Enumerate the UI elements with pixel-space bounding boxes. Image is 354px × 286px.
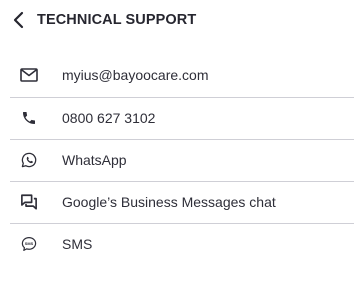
whatsapp-icon bbox=[20, 151, 38, 169]
chevron-left-icon bbox=[13, 11, 24, 29]
email-icon bbox=[20, 66, 38, 84]
back-button[interactable] bbox=[8, 10, 28, 30]
contact-phone-label: 0800 627 3102 bbox=[62, 110, 156, 126]
contact-email-row[interactable]: myius@bayoocare.com bbox=[0, 56, 354, 98]
page-title: TECHNICAL SUPPORT bbox=[37, 12, 197, 28]
phone-icon bbox=[20, 109, 38, 127]
contact-business-messages-label: Google’s Business Messages chat bbox=[62, 194, 276, 210]
sms-icon: SMS bbox=[20, 235, 38, 253]
technical-support-screen: TECHNICAL SUPPORT myius@bayoocare.com 08… bbox=[0, 0, 354, 286]
contact-whatsapp-label: WhatsApp bbox=[62, 152, 127, 168]
contact-phone-row[interactable]: 0800 627 3102 bbox=[0, 98, 354, 140]
chat-bubbles-icon bbox=[20, 193, 38, 211]
contact-email-label: myius@bayoocare.com bbox=[62, 67, 209, 83]
contact-sms-row[interactable]: SMS SMS bbox=[0, 224, 354, 266]
header: TECHNICAL SUPPORT bbox=[0, 0, 354, 40]
contact-sms-label: SMS bbox=[62, 236, 93, 252]
contact-business-messages-row[interactable]: Google’s Business Messages chat bbox=[0, 182, 354, 224]
contact-whatsapp-row[interactable]: WhatsApp bbox=[0, 140, 354, 182]
contact-list: myius@bayoocare.com 0800 627 3102 WhatsA… bbox=[0, 56, 354, 266]
svg-text:SMS: SMS bbox=[25, 241, 34, 246]
